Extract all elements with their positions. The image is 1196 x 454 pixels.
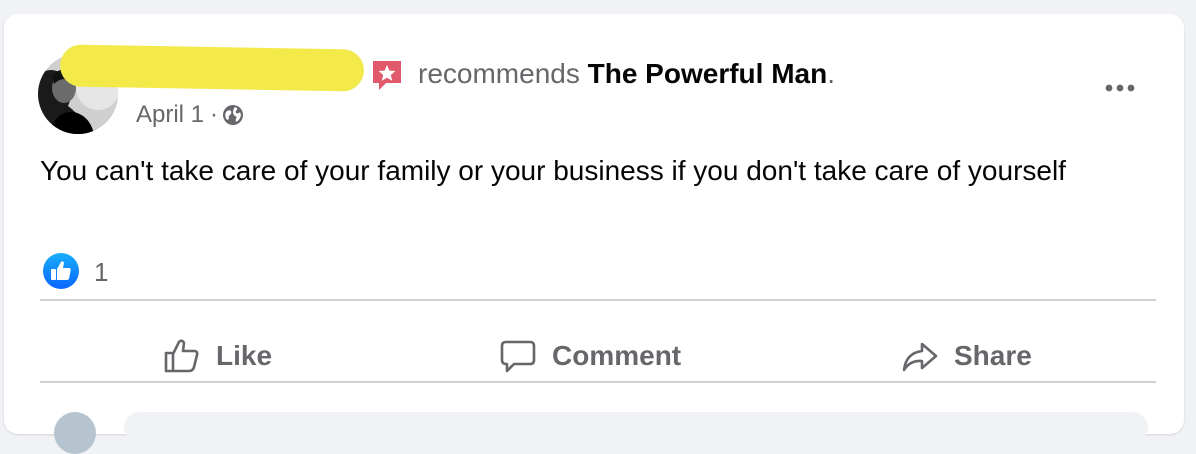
- page-name-link[interactable]: The Powerful Man: [588, 58, 828, 89]
- share-button[interactable]: Share: [900, 332, 1032, 380]
- redacted-author-name: [59, 44, 365, 92]
- reaction-count[interactable]: 1: [94, 256, 108, 288]
- post-card: recommends The Powerful Man. April 1 · Y…: [4, 14, 1184, 454]
- comment-label: Comment: [552, 340, 682, 371]
- post-date[interactable]: April 1: [136, 100, 204, 130]
- share-icon: [902, 342, 938, 372]
- comment-button[interactable]: Comment: [498, 332, 681, 380]
- comment-input[interactable]: [124, 412, 1148, 442]
- globe-icon[interactable]: [222, 104, 244, 126]
- thumbs-up-reaction-icon[interactable]: [42, 252, 80, 290]
- star-badge-icon: [373, 61, 401, 90]
- divider-bottom: [40, 381, 1156, 383]
- post-body: You can't take care of your family or yo…: [40, 155, 1066, 186]
- post-meta: April 1 ·: [136, 100, 244, 130]
- meta-separator: ·: [210, 101, 219, 128]
- post-header: recommends The Powerful Man.: [418, 56, 835, 92]
- commenter-avatar: [54, 412, 96, 454]
- like-label: Like: [216, 340, 273, 371]
- like-button[interactable]: Like: [162, 332, 272, 380]
- page-suffix: .: [827, 58, 835, 89]
- like-icon: [164, 339, 199, 373]
- more-options-icon[interactable]: [1096, 72, 1144, 104]
- share-label: Share: [954, 340, 1032, 371]
- divider-top: [40, 299, 1156, 301]
- comment-icon: [500, 340, 536, 373]
- action-text: recommends: [418, 58, 580, 89]
